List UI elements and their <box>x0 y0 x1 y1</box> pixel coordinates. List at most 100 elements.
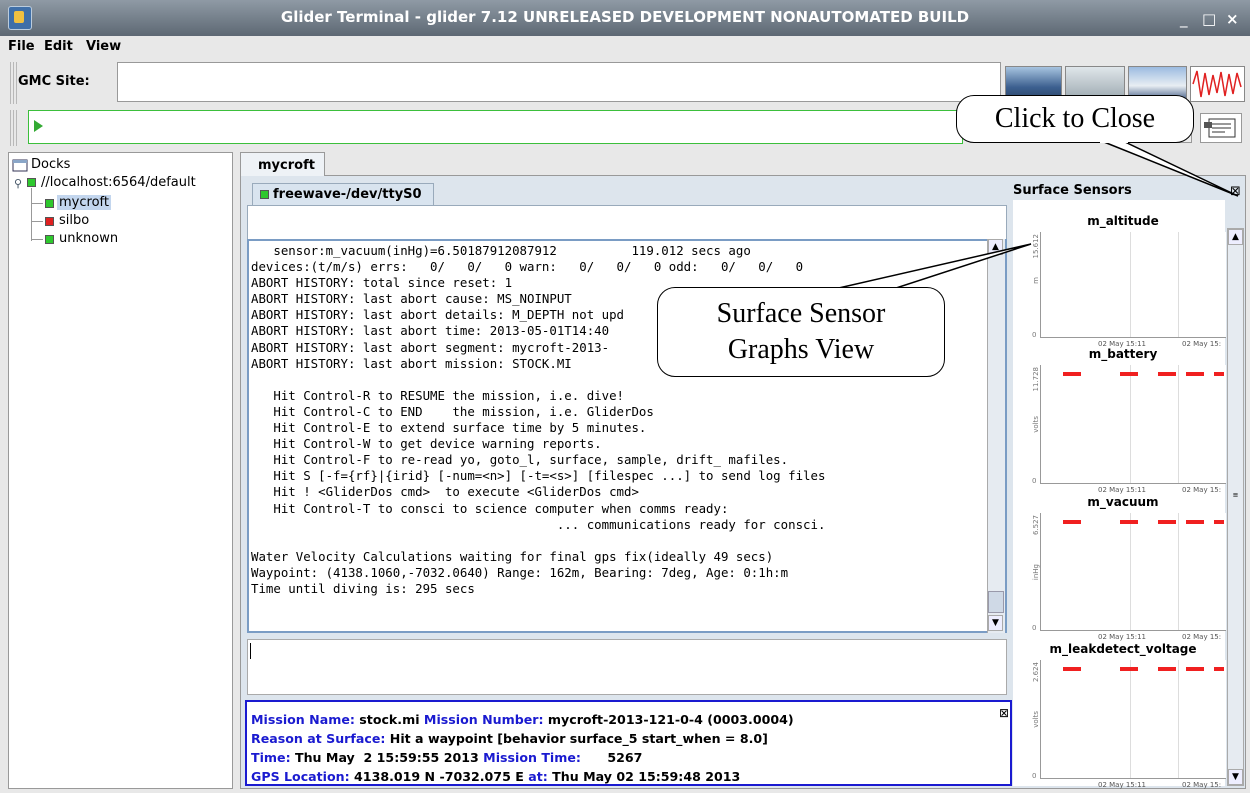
status-green-icon <box>45 235 54 244</box>
terminal-line: Water Velocity Calculations waiting for … <box>251 548 774 564</box>
graph-plot-m_vacuum[interactable] <box>1040 513 1226 631</box>
graph-unit-label: volts <box>1032 711 1040 728</box>
toolbar-grip[interactable] <box>10 62 18 104</box>
text-cursor <box>250 643 251 659</box>
graph-gridline <box>1130 232 1131 337</box>
graph-gridline <box>1178 660 1179 778</box>
graph-unit-label: volts <box>1032 416 1040 433</box>
graph-data-point <box>1186 667 1204 671</box>
graph-ymin-label: 0 <box>1032 477 1037 485</box>
graph-gridline <box>1178 513 1179 630</box>
terminal-line: Hit Control-F to re-read yo, goto_l, sur… <box>251 452 789 468</box>
sensors-scrollbar[interactable]: ▲ ≡ ▼ <box>1227 228 1244 786</box>
graph-data-point <box>1214 372 1224 376</box>
graph-ymax-label: 15.612 <box>1032 234 1040 259</box>
graph-gridline <box>1130 513 1131 630</box>
menu-edit[interactable]: Edit <box>44 39 73 54</box>
callout-click-to-close: Click to Close <box>956 95 1194 143</box>
terminal-line: Hit ! <GliderDos cmd> to execute <Glider… <box>251 484 639 500</box>
sensors-close-icon[interactable]: ⊠ <box>1230 184 1241 199</box>
terminal-line: Hit Control-R to RESUME the mission, i.e… <box>251 387 624 403</box>
menu-file[interactable]: File <box>8 39 35 54</box>
minimize-button[interactable]: _ <box>1180 10 1188 28</box>
toolbar-grip[interactable] <box>10 110 18 146</box>
gmc-site-input[interactable] <box>117 62 1001 102</box>
command-input[interactable] <box>28 110 963 144</box>
tree-item-unknown[interactable]: unknown <box>59 231 118 246</box>
gps-location: 4138.019 N -7032.075 E <box>354 769 524 784</box>
time-label: Time: <box>251 750 291 765</box>
status-red-icon <box>45 217 54 226</box>
callout-join <box>820 288 900 291</box>
graph-gridline <box>1130 660 1131 778</box>
status-green-icon <box>260 190 269 199</box>
status-green-icon <box>45 199 54 208</box>
scroll-down-icon[interactable]: ▼ <box>988 615 1003 631</box>
graph-time-tick: 02 May 15:11 <box>1098 781 1147 789</box>
graph-ymax-label: 6.527 <box>1032 515 1040 536</box>
scroll-thumb-grip[interactable]: ≡ <box>1228 491 1243 499</box>
mission-name-label: Mission Name: <box>251 712 355 727</box>
graph-data-point <box>1186 372 1204 376</box>
reason-label: Reason at Surface: <box>251 731 386 746</box>
tree-item-silbo[interactable]: silbo <box>59 213 89 228</box>
maximize-button[interactable]: □ <box>1202 10 1216 28</box>
tree-root-docks[interactable]: Docks <box>31 157 70 172</box>
graph-data-point <box>1063 667 1081 671</box>
tree-item-mycroft[interactable]: mycroft <box>57 195 111 210</box>
graph-plot-m_battery[interactable] <box>1040 365 1226 484</box>
graph-data-point <box>1186 520 1204 524</box>
tab-mycroft[interactable]: mycroft <box>240 152 325 176</box>
surface-sensors-title: Surface Sensors <box>1013 183 1132 198</box>
close-window-button[interactable]: × <box>1226 10 1239 28</box>
waveform-icon[interactable] <box>1190 66 1245 102</box>
scroll-up-icon[interactable]: ▲ <box>1228 229 1243 245</box>
mission-name: stock.mi <box>359 712 420 727</box>
scroll-thumb[interactable] <box>988 591 1004 613</box>
log-icon[interactable] <box>1200 113 1242 143</box>
callout-join <box>1100 140 1128 143</box>
terminal-line: devices:(t/m/s) errs: 0/ 0/ 0 warn: 0/ 0… <box>251 259 804 275</box>
terminal-line: Waypoint: (4138.1060,-7032.0640) Range: … <box>251 564 789 580</box>
terminal-line: Hit Control-T to consci to science compu… <box>251 500 729 516</box>
status-green-icon <box>27 178 36 187</box>
mission-time: 5267 <box>607 750 643 765</box>
window-title: Glider Terminal - glider 7.12 UNRELEASED… <box>280 8 970 26</box>
terminal-line: Hit Control-C to END the mission, i.e. G… <box>251 403 654 419</box>
graph-data-point <box>1120 372 1138 376</box>
graph-gridline <box>1130 365 1131 483</box>
graph-time-tick: 02 May 15: <box>1182 781 1222 789</box>
terminal-line: Hit Control-E to extend surface time by … <box>251 420 647 436</box>
tree-server[interactable]: //localhost:6564/default <box>41 175 196 190</box>
gmc-site-label: GMC Site: <box>18 74 90 89</box>
graph-time-tick: 02 May 15:11 <box>1098 633 1147 641</box>
graph-time-tick: 02 May 15:11 <box>1098 486 1147 494</box>
gps-time: Thu May 02 15:59:48 2013 <box>552 769 741 784</box>
terminal-frame <box>247 205 1007 239</box>
gps-label: GPS Location: <box>251 769 350 784</box>
graph-title-m_vacuum: m_vacuum <box>1087 495 1159 509</box>
menu-view[interactable]: View <box>86 39 121 54</box>
tab-freewave-label: freewave-/dev/ttyS0 <box>273 187 422 202</box>
terminal-input[interactable] <box>247 639 1007 695</box>
tree-expand-icon[interactable]: ⚲ <box>14 177 22 190</box>
scroll-up-icon[interactable]: ▲ <box>988 239 1003 255</box>
surface-time: Thu May 2 15:59:55 2013 <box>295 750 479 765</box>
graph-plot-m_leakdetect_voltage[interactable] <box>1040 660 1226 779</box>
graph-data-point <box>1158 520 1176 524</box>
mission-number: mycroft-2013-121-0-4 (0003.0004) <box>547 712 794 727</box>
graph-data-point <box>1063 520 1081 524</box>
scroll-down-icon[interactable]: ▼ <box>1228 769 1243 785</box>
title-bar: Glider Terminal - glider 7.12 UNRELEASED… <box>0 0 1250 36</box>
graph-ymax-label: 2.624 <box>1032 662 1040 683</box>
graph-title-m_altitude: m_altitude <box>1087 214 1159 228</box>
menu-bar: File Edit View <box>0 36 1250 58</box>
graph-unit-label: m <box>1032 276 1040 284</box>
terminal-scrollbar[interactable]: ▲ ▼ <box>987 239 1005 633</box>
tab-freewave[interactable]: freewave-/dev/ttyS0 <box>252 183 434 205</box>
gps-at-label: at: <box>528 769 548 784</box>
mission-close-icon[interactable]: ⊠ <box>999 704 1009 723</box>
graph-plot-m_altitude[interactable] <box>1040 232 1226 338</box>
graph-time-tick: 02 May 15: <box>1182 633 1222 641</box>
